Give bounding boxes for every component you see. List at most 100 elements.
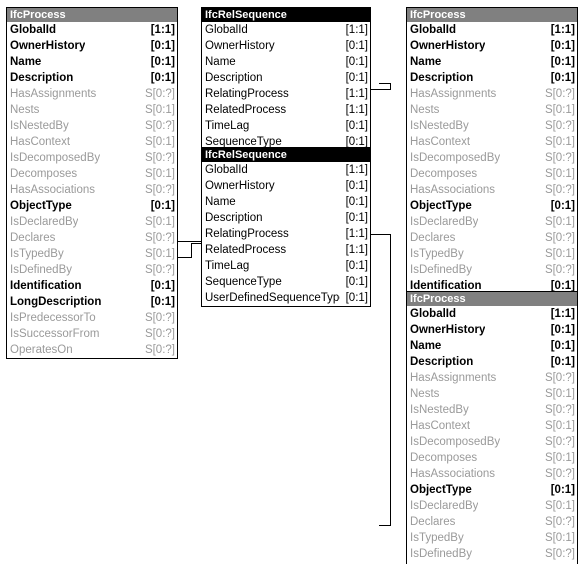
attribute-row[interactable]: Description [0:1] — [407, 70, 577, 86]
attribute-cardinality: [0:1] — [550, 356, 575, 368]
attribute-row[interactable]: UserDefinedSequenceType [0:1] — [202, 290, 370, 306]
attribute-row[interactable]: IsDefinedBy S[0:?] — [407, 546, 577, 562]
attribute-name: Description — [10, 72, 74, 84]
attribute-row[interactable]: OwnerHistory [0:1] — [407, 322, 577, 338]
attribute-row[interactable]: ObjectType [0:1] — [407, 482, 577, 498]
attribute-row[interactable]: IsDecomposedBy S[0:?] — [407, 150, 577, 166]
connector-segment — [191, 243, 192, 258]
attribute-cardinality: [0:1] — [345, 120, 368, 132]
attribute-name: IsDeclaredBy — [410, 216, 479, 228]
attribute-cardinality: S[0:?] — [544, 120, 575, 132]
attribute-row[interactable]: LongDescription [0:1] — [7, 294, 177, 310]
attribute-cardinality: S[0:1] — [144, 136, 175, 148]
attribute-cardinality: [1:1] — [345, 104, 368, 116]
attribute-row[interactable]: RelatedProcess [1:1] — [202, 102, 370, 118]
attribute-row[interactable]: Name [0:1] — [407, 54, 577, 70]
attribute-row[interactable]: IsDefinedBy S[0:?] — [7, 262, 177, 278]
attribute-row[interactable]: GlobalId [1:1] — [407, 306, 577, 322]
attribute-row[interactable]: Name [0:1] — [202, 54, 370, 70]
attribute-row[interactable]: IsPredecessorTo S[0:?] — [7, 310, 177, 326]
attribute-row[interactable]: HasContext S[0:1] — [7, 134, 177, 150]
attribute-row[interactable]: RelatingProcess [1:1] — [202, 226, 370, 242]
attribute-row[interactable]: HasAssociations S[0:?] — [407, 466, 577, 482]
attribute-row[interactable]: OwnerHistory [0:1] — [202, 38, 370, 54]
attribute-row[interactable]: ObjectType [0:1] — [7, 198, 177, 214]
attribute-cardinality: S[0:1] — [144, 216, 175, 228]
attribute-row[interactable]: Nests S[0:1] — [407, 102, 577, 118]
attribute-row[interactable]: Decomposes S[0:1] — [407, 450, 577, 466]
connector-segment — [178, 257, 192, 258]
attribute-cardinality: [0:1] — [550, 56, 575, 68]
attribute-row[interactable]: SequenceType [0:1] — [202, 274, 370, 290]
attribute-row[interactable]: TimeLag [0:1] — [202, 118, 370, 134]
attribute-row[interactable]: IsDecomposedBy S[0:?] — [7, 150, 177, 166]
attribute-row[interactable]: Description [0:1] — [7, 70, 177, 86]
attribute-row[interactable]: Declares S[0:?] — [407, 514, 577, 530]
attribute-row[interactable]: RelatedProcess [1:1] — [202, 242, 370, 258]
attribute-name: Name — [410, 56, 442, 68]
attribute-row[interactable]: IsTypedBy S[0:1] — [7, 246, 177, 262]
attribute-row[interactable]: IsSuccessorFrom S[0:?] — [7, 326, 177, 342]
attribute-row[interactable]: RelatingProcess [1:1] — [202, 86, 370, 102]
attribute-cardinality: [1:1] — [345, 88, 368, 100]
attribute-row[interactable]: HasAssociations S[0:?] — [407, 182, 577, 198]
attribute-row[interactable]: Name [0:1] — [7, 54, 177, 70]
attribute-row[interactable]: GlobalId [1:1] — [202, 162, 370, 178]
attribute-row[interactable]: GlobalId [1:1] — [407, 22, 577, 38]
attribute-list: GlobalId [1:1] OwnerHistory [0:1] Name [0:1] D… — [407, 306, 577, 564]
attribute-row[interactable]: IsNestedBy S[0:?] — [7, 118, 177, 134]
attribute-row[interactable]: OwnerHistory [0:1] — [7, 38, 177, 54]
attribute-row[interactable]: HasAssignments S[0:?] — [407, 86, 577, 102]
attribute-row[interactable]: HasAssignments S[0:?] — [407, 370, 577, 386]
attribute-cardinality: [1:1] — [345, 228, 368, 240]
connector-segment — [379, 83, 391, 84]
attribute-row[interactable]: IsTypedBy S[0:1] — [407, 530, 577, 546]
attribute-row[interactable]: Nests S[0:1] — [7, 102, 177, 118]
attribute-row[interactable]: OwnerHistory [0:1] — [407, 38, 577, 54]
attribute-name: ObjectType — [10, 200, 72, 212]
attribute-row[interactable]: Decomposes S[0:1] — [7, 166, 177, 182]
entity-box-ifcrelsequence-bottom[interactable]: IfcRelSequence GlobalId [1:1] OwnerHistory… — [201, 147, 371, 307]
attribute-cardinality: S[0:?] — [544, 88, 575, 100]
attribute-row[interactable]: GlobalId [1:1] — [7, 22, 177, 38]
attribute-row[interactable]: Description [0:1] — [407, 354, 577, 370]
attribute-row[interactable]: HasAssociations S[0:?] — [7, 182, 177, 198]
attribute-row[interactable]: OperatesOn S[0:?] — [7, 342, 177, 358]
attribute-cardinality: [0:1] — [550, 324, 575, 336]
entity-box-ifcrelsequence-top[interactable]: IfcRelSequence GlobalId [1:1] OwnerHistory… — [201, 7, 371, 167]
attribute-row[interactable]: TimeLag [0:1] — [202, 258, 370, 274]
attribute-row[interactable]: Declares S[0:?] — [7, 230, 177, 246]
attribute-cardinality: S[0:1] — [544, 452, 575, 464]
attribute-row[interactable]: IsNestedBy S[0:?] — [407, 402, 577, 418]
attribute-row[interactable]: Name [0:1] — [202, 194, 370, 210]
entity-box-ifcprocess-right-bottom[interactable]: IfcProcess GlobalId [1:1] OwnerHistory [0:1… — [406, 291, 578, 564]
attribute-name: OwnerHistory — [10, 40, 86, 52]
attribute-row[interactable]: HasContext S[0:1] — [407, 134, 577, 150]
attribute-row[interactable]: OwnerHistory [0:1] — [202, 178, 370, 194]
attribute-row[interactable]: HasAssignments S[0:?] — [7, 86, 177, 102]
attribute-cardinality: [0:1] — [345, 196, 368, 208]
attribute-row[interactable]: IsDeclaredBy S[0:1] — [7, 214, 177, 230]
attribute-name: HasContext — [410, 136, 471, 148]
attribute-row[interactable]: Nests S[0:1] — [407, 386, 577, 402]
attribute-row[interactable]: ObjectType [0:1] — [407, 198, 577, 214]
attribute-name: IsNestedBy — [410, 404, 469, 416]
attribute-row[interactable]: IsTypedBy S[0:1] — [407, 246, 577, 262]
attribute-row[interactable]: HasContext S[0:1] — [407, 418, 577, 434]
attribute-row[interactable]: IsDefinedBy S[0:?] — [407, 262, 577, 278]
attribute-name: HasAssignments — [10, 88, 97, 100]
attribute-row[interactable]: IsNestedBy S[0:?] — [407, 118, 577, 134]
entity-box-ifcprocess-left[interactable]: IfcProcess GlobalId [1:1] OwnerHistory [0:1… — [6, 7, 178, 359]
attribute-row[interactable]: Description [0:1] — [202, 210, 370, 226]
attribute-row[interactable]: Name [0:1] — [407, 338, 577, 354]
attribute-row[interactable]: IsDeclaredBy S[0:1] — [407, 214, 577, 230]
attribute-row[interactable]: Description [0:1] — [202, 70, 370, 86]
attribute-row[interactable]: GlobalId [1:1] — [202, 22, 370, 38]
attribute-row[interactable]: Identification [0:1] — [7, 278, 177, 294]
attribute-row[interactable]: Declares S[0:?] — [407, 230, 577, 246]
attribute-row[interactable]: IsDecomposedBy S[0:?] — [407, 434, 577, 450]
attribute-row[interactable]: Decomposes S[0:1] — [407, 166, 577, 182]
attribute-cardinality: S[0:1] — [544, 104, 575, 116]
attribute-row[interactable]: IsDeclaredBy S[0:1] — [407, 498, 577, 514]
attribute-cardinality: S[0:?] — [544, 372, 575, 384]
